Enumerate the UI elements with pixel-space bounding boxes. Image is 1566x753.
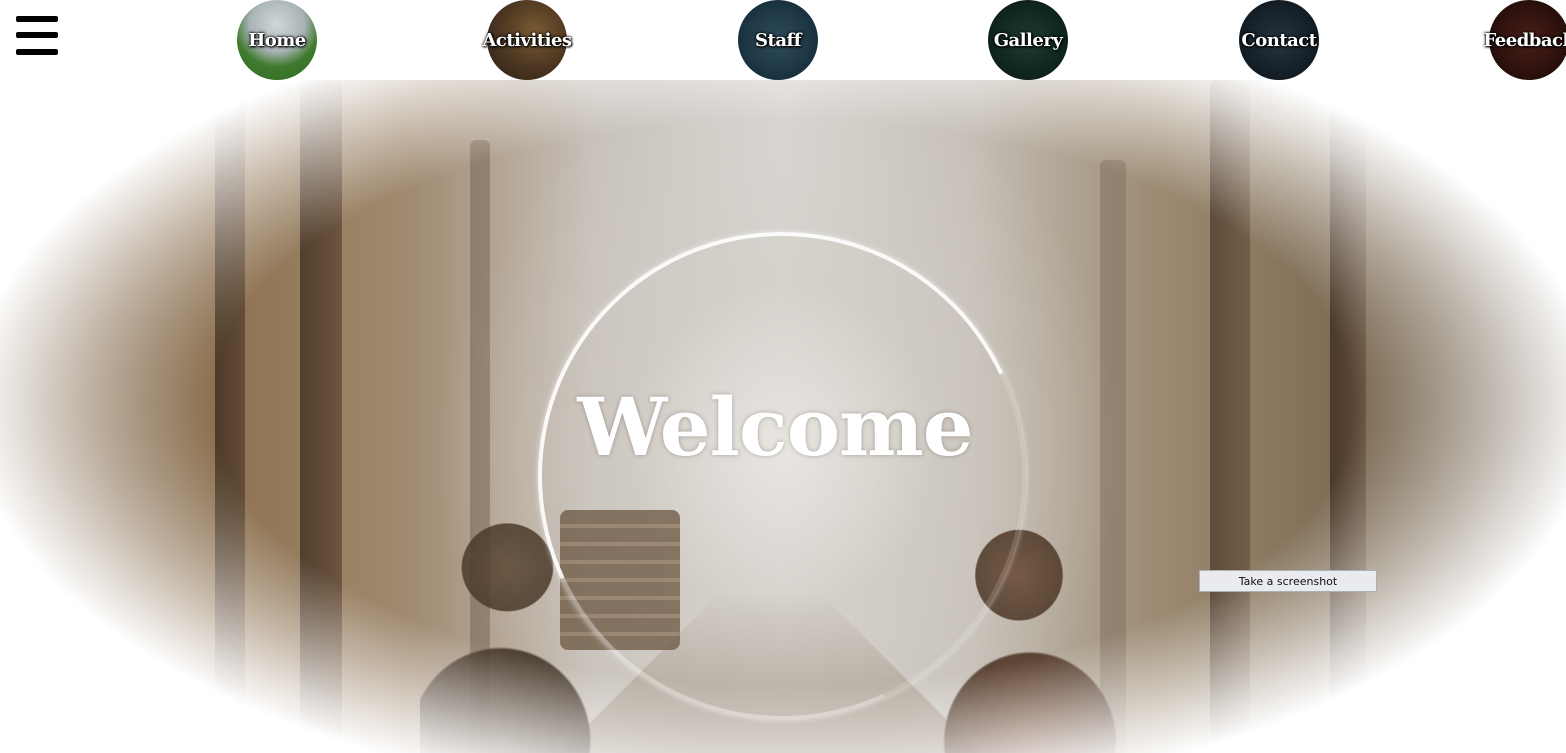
nav-item-label: Activities — [482, 29, 572, 51]
nav-item-home[interactable]: Home — [237, 0, 317, 80]
nav-item-label: Staff — [755, 29, 801, 51]
mountain-logo-icon — [1338, 694, 1455, 753]
tree-trunk — [1330, 80, 1366, 753]
hamburger-line — [16, 49, 58, 55]
nav-item-label: Feedback — [1483, 29, 1566, 51]
nav-item-staff[interactable]: Staff — [738, 0, 818, 80]
nav-item-activities[interactable]: Activities — [482, 0, 572, 80]
welcome-title: Welcome — [577, 380, 973, 474]
nav-item-contact[interactable]: Contact — [1239, 0, 1319, 80]
tree-trunk — [300, 80, 342, 753]
nav-item-gallery[interactable]: Gallery — [988, 0, 1068, 80]
nav-item-label: Gallery — [993, 29, 1063, 51]
top-navigation-bar: Home Activities Staff Gallery Contact Fe… — [0, 0, 1566, 80]
hero-forest-banner: Welcome — [0, 80, 1566, 753]
hamburger-menu-icon[interactable] — [16, 16, 58, 56]
tree-trunk — [215, 80, 245, 753]
nav-item-label: Home — [248, 29, 306, 51]
hamburger-line — [16, 32, 58, 38]
take-screenshot-button[interactable]: Take a screenshot — [1199, 570, 1377, 592]
nav-item-feedback[interactable]: Feedback — [1484, 0, 1566, 80]
tree-trunk — [1210, 80, 1250, 753]
hamburger-line — [16, 16, 58, 22]
nav-item-label: Contact — [1241, 29, 1317, 51]
